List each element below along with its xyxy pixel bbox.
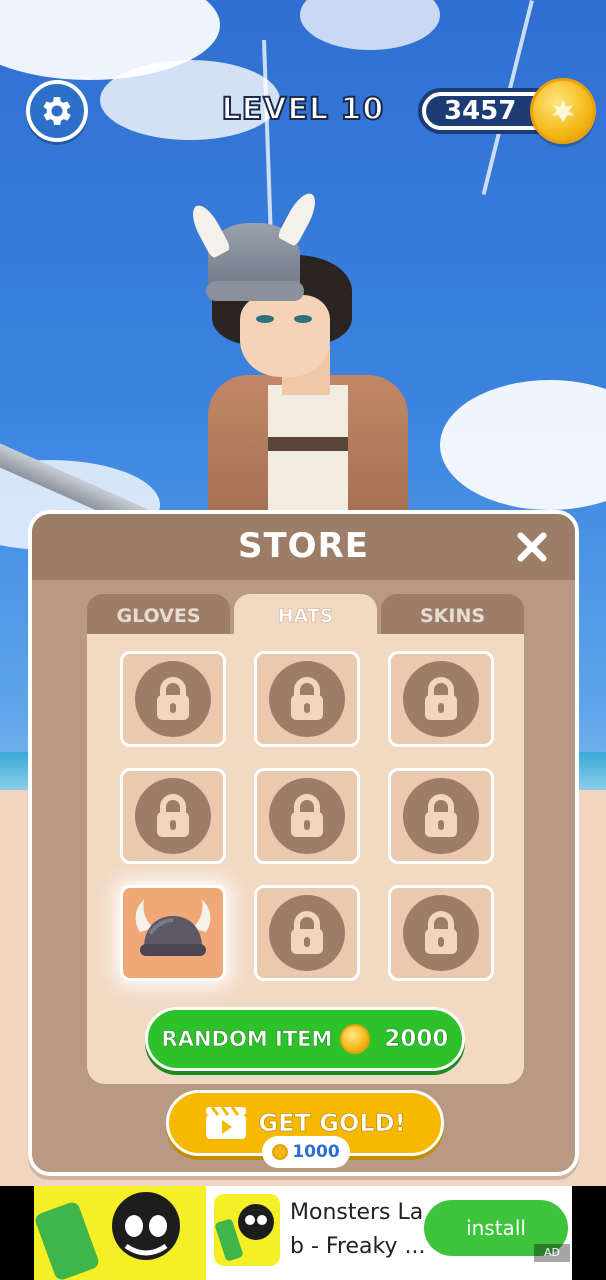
locked-item-slot[interactable] — [388, 885, 494, 981]
app-icon — [214, 1194, 280, 1266]
random-item-button[interactable]: RANDOM ITEM 2000 — [145, 1007, 465, 1071]
ad-title: Monsters Lab - Freaky ... — [290, 1200, 426, 1259]
locked-item-slot[interactable] — [388, 651, 494, 747]
locked-item-slot[interactable] — [254, 768, 360, 864]
lock-icon — [135, 661, 211, 737]
locked-item-slot[interactable] — [388, 768, 494, 864]
get-gold-label: GET GOLD! — [258, 1109, 406, 1138]
helmet-horn — [276, 188, 322, 248]
ad-banner[interactable]: Monsters Lab - Freaky ... install — [0, 1186, 606, 1280]
lock-icon — [403, 661, 479, 737]
wings-emblem-icon — [551, 99, 575, 123]
character-eye — [256, 315, 274, 323]
close-icon — [517, 532, 547, 562]
lock-icon — [135, 778, 211, 854]
viking-helmet-icon — [135, 900, 211, 956]
helmet-band — [206, 281, 304, 301]
tab-gloves[interactable]: GLOVES — [87, 594, 230, 636]
character-strap — [268, 437, 348, 451]
lock-icon — [269, 661, 345, 737]
owned-item-slot[interactable] — [120, 885, 226, 981]
video-clapperboard-icon — [206, 1106, 247, 1139]
lock-icon — [403, 895, 479, 971]
cloud — [300, 0, 440, 50]
close-button[interactable] — [511, 526, 553, 568]
gear-icon — [43, 97, 71, 125]
locked-item-slot[interactable] — [120, 651, 226, 747]
gold-coin-icon — [340, 1024, 371, 1054]
character-face — [240, 295, 330, 377]
lock-icon — [269, 778, 345, 854]
gold-coin-icon — [530, 78, 596, 144]
random-item-label: RANDOM ITEM — [161, 1027, 333, 1052]
ad-image[interactable] — [34, 1186, 206, 1280]
level-label: LEVEL 10 — [221, 91, 385, 128]
locked-item-slot[interactable] — [254, 885, 360, 981]
monster-character-image — [35, 1192, 180, 1280]
items-panel: RANDOM ITEM 2000 — [87, 634, 524, 1084]
lock-icon — [269, 895, 345, 971]
gold-reward-badge: 1000 — [262, 1136, 350, 1168]
items-grid — [120, 651, 494, 981]
ad-card[interactable]: Monsters Lab - Freaky ... install — [206, 1186, 572, 1280]
store-title: STORE — [238, 526, 369, 566]
locked-item-slot[interactable] — [120, 768, 226, 864]
player-character — [186, 185, 430, 545]
store-tabs: GLOVES HATS SKINS — [87, 594, 527, 636]
settings-button[interactable] — [26, 80, 88, 142]
gold-reward-amount: 1000 — [292, 1142, 340, 1162]
locked-item-slot[interactable] — [254, 651, 360, 747]
character-eye — [294, 315, 312, 323]
random-item-price: 2000 — [384, 1026, 449, 1053]
tab-hats[interactable]: HATS — [234, 594, 377, 636]
lock-icon — [403, 778, 479, 854]
gold-coin-icon — [272, 1144, 289, 1160]
cloud — [440, 380, 606, 510]
ad-badge[interactable]: AD — [534, 1244, 570, 1262]
coin-count: 3457 — [444, 96, 517, 126]
store-panel: STORE GLOVES HATS SKINS RANDOM ITEM 2000… — [28, 510, 579, 1176]
tab-skins[interactable]: SKINS — [381, 594, 524, 636]
